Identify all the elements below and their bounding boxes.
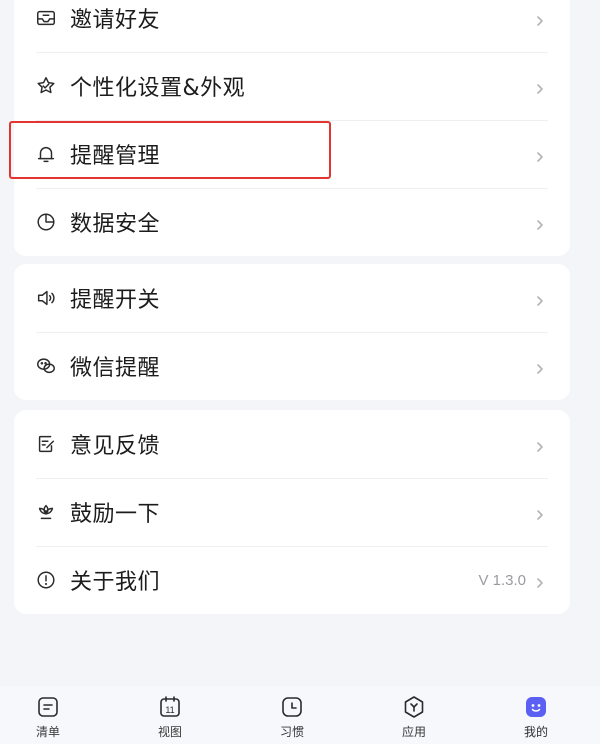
feedback-edit-icon [34,432,58,456]
menu-item-feedback[interactable]: 意见反馈 [14,410,570,478]
bottom-tab-bar: 清单 11 视图 习惯 应用 我的 [0,686,600,744]
menu-item-label: 提醒开关 [70,288,161,313]
apps-hexagon-icon [401,694,427,720]
speaker-icon [34,286,58,310]
tab-label: 清单 [35,725,60,739]
settings-group-1: 邀请好友 个性化设置&外观 提醒管理 数据安全 [14,0,570,256]
chevron-right-icon [534,80,546,94]
menu-item-reminder-switch[interactable]: 提醒开关 [14,264,570,332]
menu-item-label: 邀请好友 [70,8,161,33]
menu-item-reminder-management[interactable]: 提醒管理 [14,120,570,188]
settings-group-2: 提醒开关 微信提醒 [14,264,570,400]
invite-mail-icon [34,6,58,30]
menu-item-label: 微信提醒 [70,356,161,381]
menu-item-encourage[interactable]: 鼓励一下 [14,478,570,546]
menu-item-about-us[interactable]: 关于我们 V 1.3.0 [14,546,570,614]
calendar-icon: 11 [157,694,183,720]
menu-item-label: 意见反馈 [70,434,161,459]
tab-label: 视图 [157,725,182,739]
personalize-star-icon [34,74,58,98]
tab-habits[interactable]: 习惯 [262,694,322,740]
menu-item-label: 关于我们 [70,570,161,595]
chevron-right-icon [534,216,546,230]
tab-view[interactable]: 11 视图 [140,694,200,740]
list-icon [35,694,61,720]
menu-item-label: 提醒管理 [70,144,161,169]
info-icon [34,568,58,592]
calendar-day-text: 11 [165,705,174,715]
menu-item-label: 个性化设置&外观 [70,76,246,101]
tab-label: 习惯 [279,725,304,739]
chevron-right-icon [534,292,546,306]
tab-apps[interactable]: 应用 [384,694,444,740]
version-text: V 1.3.0 [478,571,526,589]
chevron-right-icon [534,506,546,520]
tab-label: 应用 [401,725,426,739]
chevron-right-icon [534,148,546,162]
profile-face-icon [523,694,549,720]
menu-item-personalize[interactable]: 个性化设置&外观 [14,52,570,120]
pie-chart-icon [34,210,58,234]
settings-group-3: 意见反馈 鼓励一下 关于我们 V 1.3.0 [14,410,570,614]
menu-item-invite-friends[interactable]: 邀请好友 [14,0,570,52]
wechat-icon [34,354,58,378]
lotus-icon [34,500,58,524]
chevron-right-icon [534,574,546,588]
menu-item-data-security[interactable]: 数据安全 [14,188,570,256]
chevron-right-icon [534,12,546,26]
bell-icon [34,142,58,166]
tab-mine[interactable]: 我的 [506,694,566,740]
tab-list[interactable]: 清单 [18,694,78,740]
menu-item-label: 数据安全 [70,212,161,237]
chevron-right-icon [534,438,546,452]
menu-item-wechat-reminder[interactable]: 微信提醒 [14,332,570,400]
tab-label: 我的 [523,725,548,739]
chevron-right-icon [534,360,546,374]
clock-icon [279,694,305,720]
menu-item-label: 鼓励一下 [70,502,161,527]
